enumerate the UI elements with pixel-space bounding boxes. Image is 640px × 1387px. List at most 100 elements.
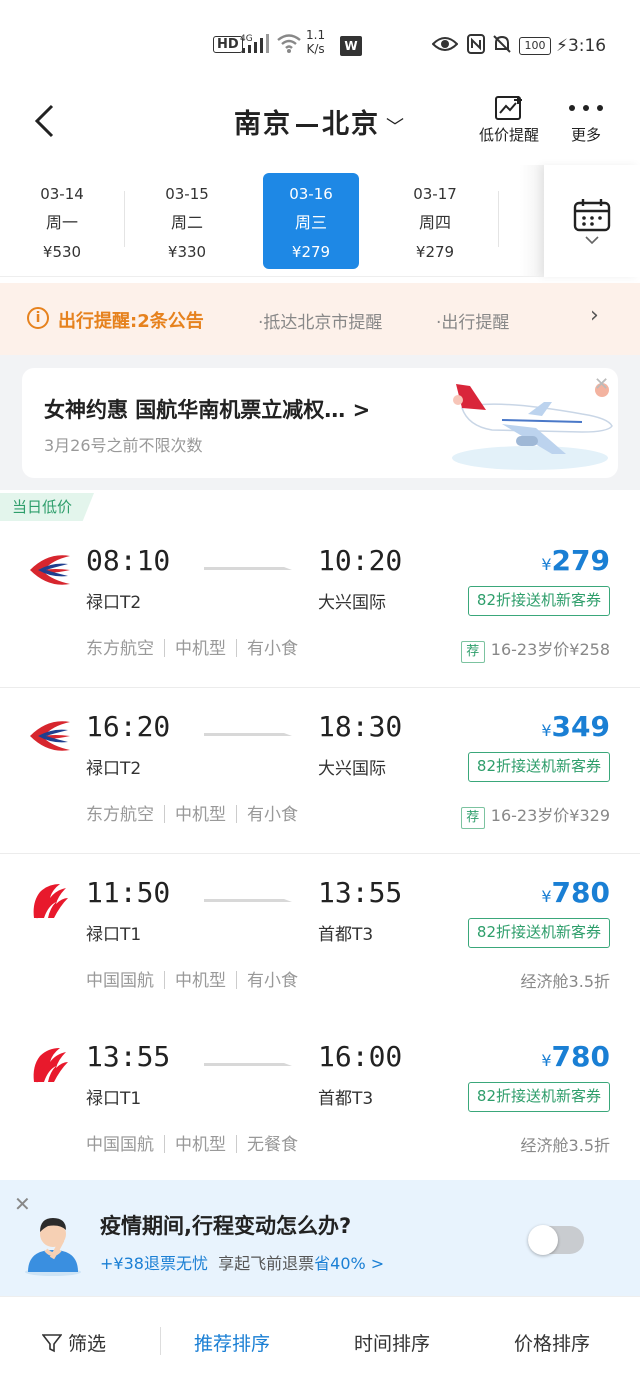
date-item[interactable]: 03-14 周一 ¥530 <box>14 173 110 269</box>
notice-link[interactable]: ·出行提醒 <box>436 308 509 333</box>
eye-comfort-icon <box>431 34 459 58</box>
flight-price: ¥279 <box>541 544 610 577</box>
calendar-button[interactable] <box>544 165 640 277</box>
low-price-alert-button[interactable]: 低价提醒 <box>472 92 546 145</box>
promo-subtitle: 3月26号之前不限次数 <box>44 436 203 455</box>
date-item-selected[interactable]: 03-16 周三 ¥279 <box>263 173 359 269</box>
flight-arrow-icon <box>204 899 292 902</box>
arrival-time: 10:20 <box>318 544 403 577</box>
route-arrow-icon <box>296 124 318 127</box>
special-price-text: 16-23岁价¥329 <box>490 806 610 825</box>
flight-arrow-icon <box>204 1063 292 1066</box>
recommend-badge: 荐 <box>460 641 485 663</box>
flight-arrow-icon <box>204 567 292 570</box>
flight-price: ¥780 <box>541 1040 610 1073</box>
sort-time-button[interactable]: 时间排序 <box>354 1329 430 1356</box>
refund-description: 享起飞前退票 <box>218 1254 315 1273</box>
notice-link[interactable]: ·抵达北京市提醒 <box>258 308 382 333</box>
date-price: ¥330 <box>167 243 207 261</box>
flight-meta: 东方航空 中机型 有小食 <box>86 634 298 659</box>
coupon-badge: 82折接送机新客券 <box>467 586 610 616</box>
airline-name: 东方航空 <box>86 639 154 659</box>
currency-symbol: ¥ <box>541 887 552 906</box>
flight-card[interactable]: 13:55 16:00 禄口T1 首都T3 ¥780 82折接送机新客券 中国国… <box>0 1018 640 1184</box>
china-eastern-logo-icon <box>30 555 70 585</box>
wifi-icon <box>276 32 302 58</box>
toggle-knob <box>528 1225 558 1255</box>
network-speed: 1.1 K/s <box>306 28 325 56</box>
date-price: ¥279 <box>291 243 331 261</box>
meal-info: 无餐食 <box>247 1135 298 1155</box>
network-type: 4G <box>240 34 253 44</box>
flight-meta: 东方航空 中机型 有小食 <box>86 800 298 825</box>
more-dots-icon <box>569 105 603 111</box>
arrival-airport: 首都T3 <box>318 925 374 945</box>
flight-card[interactable]: 16:20 18:30 禄口T2 大兴国际 ¥349 82折接送机新客券 东方航… <box>0 688 640 854</box>
more-button[interactable]: 更多 <box>562 92 610 145</box>
meal-info: 有小食 <box>247 805 298 825</box>
cabin-discount: 经济舱3.5折 <box>520 972 610 991</box>
airline-name: 中国国航 <box>86 971 154 991</box>
flight-card[interactable]: 11:50 13:55 禄口T1 首都T3 ¥780 82折接送机新客券 中国国… <box>0 854 640 1020</box>
notice-title-text: 出行提醒: <box>58 311 138 332</box>
date-price: ¥279 <box>415 243 455 261</box>
special-price: 荐 16-23岁价¥329 <box>460 802 610 829</box>
price-value: 780 <box>551 876 610 909</box>
calendar-icon <box>573 199 611 232</box>
aircraft-size: 中机型 <box>175 971 226 991</box>
date-item[interactable]: 03-17 周四 ¥279 <box>387 173 483 269</box>
date-item[interactable]: 03-15 周二 ¥330 <box>139 173 235 269</box>
close-icon[interactable]: ✕ <box>594 374 609 395</box>
meal-info: 有小食 <box>247 971 298 991</box>
aircraft-size: 中机型 <box>175 1135 226 1155</box>
special-price: 荐 16-23岁价¥258 <box>460 636 610 663</box>
aircraft-size: 中机型 <box>175 805 226 825</box>
network-speed-value: 1.1 <box>306 28 326 42</box>
more-label: 更多 <box>570 126 601 144</box>
air-china-logo-icon <box>33 1048 68 1083</box>
flight-arrow-icon <box>204 733 292 736</box>
nfc-icon <box>466 34 486 58</box>
travel-notice-bar[interactable]: i 出行提醒:2条公告 ·抵达北京市提醒 ·出行提醒 › <box>0 283 640 355</box>
airline-name: 东方航空 <box>86 805 154 825</box>
date-label: 03-17 <box>413 185 457 203</box>
departure-airport: 禄口T1 <box>86 925 142 945</box>
info-icon: i <box>27 307 49 329</box>
refund-banner-title: 疫情期间,行程变动怎么办? <box>100 1214 352 1238</box>
wps-app-icon: W <box>340 36 362 56</box>
divider <box>160 1327 161 1355</box>
arrival-time: 18:30 <box>318 710 403 743</box>
coupon-badge: 82折接送机新客券 <box>467 752 610 782</box>
promo-title: 女神约惠 国航华南机票立减权… > <box>44 398 371 422</box>
lowest-price-tag: 当日低价 <box>0 493 95 521</box>
currency-symbol: ¥ <box>541 555 552 574</box>
price-value: 780 <box>551 1040 610 1073</box>
departure-time: 08:10 <box>86 544 171 577</box>
air-china-logo-icon <box>33 884 68 919</box>
price-trend-icon <box>495 96 522 120</box>
chevron-down-icon <box>585 236 599 244</box>
chevron-down-icon: ﹀ <box>386 117 406 138</box>
battery-icon: 100 <box>519 37 551 55</box>
arrival-airport: 大兴国际 <box>318 759 386 779</box>
date-label: 03-14 <box>40 185 84 203</box>
sort-recommended-button[interactable]: 推荐排序 <box>194 1329 270 1356</box>
flight-card[interactable]: 08:10 10:20 禄口T2 大兴国际 ¥279 82折接送机新客券 东方航… <box>0 522 640 688</box>
departure-airport: 禄口T2 <box>86 593 142 613</box>
flight-meta: 中国国航 中机型 有小食 <box>86 966 298 991</box>
promo-banner[interactable]: 女神约惠 国航华南机票立减权… > 3月26号之前不限次数 ✕ <box>22 368 618 478</box>
mute-bell-icon <box>492 34 512 58</box>
filter-label: 筛选 <box>68 1333 107 1355</box>
refund-toggle[interactable] <box>528 1225 584 1255</box>
cellular-signal-icon: 4G <box>240 32 272 58</box>
status-bar: HD 4G 1.1 K/s W 100 ⚡3:16 <box>0 0 640 80</box>
airplane-illustration <box>452 383 613 470</box>
sort-price-button[interactable]: 价格排序 <box>514 1329 590 1356</box>
origin-city: 南京 <box>234 109 292 140</box>
chevron-right-icon: › <box>590 303 599 328</box>
destination-city: 北京 <box>322 109 380 140</box>
meal-info: 有小食 <box>247 639 298 659</box>
flight-price: ¥349 <box>541 710 610 743</box>
filter-button[interactable]: 筛选 <box>41 1329 107 1356</box>
refund-banner-subtitle[interactable]: +¥38退票无忧 享起飞前退票省40% > <box>100 1250 384 1274</box>
